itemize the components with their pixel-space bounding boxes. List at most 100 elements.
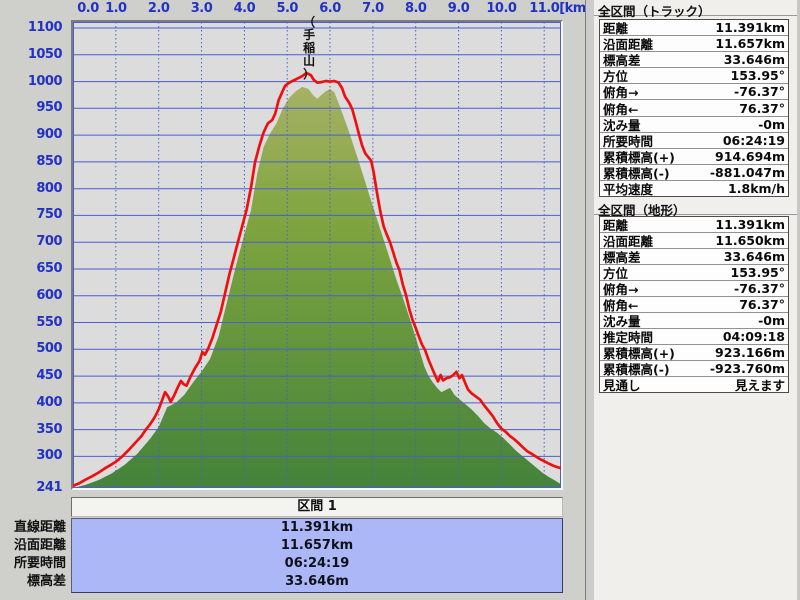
stat-value: 33.646m — [724, 249, 788, 264]
stat-panel-title: 全区間（トラック） — [594, 0, 797, 16]
stat-row: 標高差33.646m — [600, 52, 788, 68]
stat-row: 沿面距離11.657km — [600, 36, 788, 52]
stat-label: 平均速度 — [600, 181, 653, 196]
x-tick-label: 2.0 — [137, 1, 181, 16]
elevation-chart — [73, 22, 561, 488]
stat-value: -0m — [758, 313, 788, 328]
stat-row: 見通し 見えます — [600, 377, 788, 392]
stat-value: -881.047m — [710, 165, 788, 180]
stat-row: 所要時間 06:24:19 — [600, 133, 788, 149]
stat-label: 見通し — [600, 377, 641, 392]
stat-row: 標高差33.646m — [600, 249, 788, 265]
stat-row: 俯角← 76.37° — [600, 100, 788, 116]
x-tick-label: 6.0 — [308, 1, 352, 16]
stat-label: 俯角← — [600, 297, 638, 313]
statistics-pane: 全区間（トラック）距離11.391km沿面距離11.657km標高差33.646… — [594, 0, 800, 600]
stat-row: 俯角→ -76.37° — [600, 281, 788, 297]
stat-label: 累積標高(+) — [600, 149, 675, 165]
peak-annotation: （手稲山） — [302, 16, 317, 81]
stat-row: 累積標高(-) -881.047m — [600, 165, 788, 181]
x-tick-label: 4.0 — [222, 1, 266, 16]
section-value-row: 11.391km — [72, 519, 562, 537]
stat-row: 沈み量 -0m — [600, 313, 788, 329]
stat-row: 累積標高(+)923.166m — [600, 345, 788, 361]
stat-label: 推定時間 — [600, 329, 653, 345]
y-tick-label: 950 — [0, 100, 62, 115]
section-row-label: 所要時間 — [0, 555, 66, 573]
stat-label: 俯角← — [600, 100, 638, 116]
stat-label: 標高差 — [600, 52, 641, 68]
x-tick-label: 5.0 — [265, 1, 309, 16]
stat-label: 俯角→ — [600, 84, 638, 100]
stat-label: 方位 — [600, 265, 628, 281]
stat-value: 見えます — [735, 377, 788, 392]
stat-row: 平均速度 1.8km/h — [600, 181, 788, 196]
stat-label: 所要時間 — [600, 133, 653, 149]
stat-value: 153.95° — [731, 68, 789, 83]
stat-value: -0m — [758, 117, 788, 132]
stat-label: 沈み量 — [600, 117, 641, 133]
stat-row: 俯角←76.37° — [600, 297, 788, 313]
x-tick-label: 9.0 — [437, 1, 481, 16]
stat-value: 11.391km — [715, 217, 788, 232]
stat-label: 俯角→ — [600, 281, 638, 297]
section-row-label: 沿面距離 — [0, 537, 66, 555]
stat-row: 距離 11.391km — [600, 20, 788, 36]
y-tick-label: 500 — [0, 341, 62, 356]
y-tick-label: 241 — [0, 480, 62, 495]
stat-label: 沿面距離 — [600, 233, 653, 249]
stat-row: 方位 153.95° — [600, 68, 788, 84]
stat-row: 距離11.391km — [600, 217, 788, 233]
x-tick-label: 7.0 — [351, 1, 395, 16]
stat-value: 11.391km — [715, 20, 788, 35]
stat-value: 04:09:18 — [723, 329, 788, 344]
y-tick-label: 1100 — [0, 20, 62, 35]
section-row-label: 直線距離 — [0, 519, 66, 537]
y-tick-label: 600 — [0, 288, 62, 303]
section-row-label: 標高差 — [0, 573, 66, 591]
app-window: 0.01.02.03.04.05.06.07.08.09.010.011.0[k… — [0, 0, 800, 600]
stat-label: 距離 — [600, 20, 628, 36]
elevation-graph-pane: 0.01.02.03.04.05.06.07.08.09.010.011.0[k… — [0, 0, 585, 600]
y-tick-label: 900 — [0, 127, 62, 142]
y-tick-label: 550 — [0, 315, 62, 330]
stat-label: 累積標高(-) — [600, 165, 670, 181]
stat-value: 11.650km — [715, 233, 788, 248]
stat-row: 累積標高(+) 914.694m — [600, 149, 788, 165]
stat-row: 推定時間 04:09:18 — [600, 329, 788, 345]
stat-label: 累積標高(-) — [600, 361, 670, 377]
x-tick-label: 8.0 — [394, 1, 438, 16]
y-tick-label: 750 — [0, 207, 62, 222]
stat-table: 距離 11.391km沿面距離11.657km標高差33.646m方位 153.95… — [599, 19, 789, 197]
stat-label: 沿面距離 — [600, 36, 653, 52]
stat-value: 06:24:19 — [723, 133, 788, 148]
y-tick-label: 1050 — [0, 47, 62, 62]
x-tick-label: 10.0 — [479, 1, 523, 16]
stat-value: -76.37° — [734, 281, 788, 296]
stat-row: 沈み量 -0m — [600, 117, 788, 133]
stat-table: 距離11.391km沿面距離 11.650km標高差33.646m方位153.95… — [599, 216, 789, 393]
stat-value: 1.8km/h — [728, 181, 788, 196]
stat-row: 俯角→ -76.37° — [600, 84, 788, 100]
stat-value: -76.37° — [734, 84, 788, 99]
x-tick-label: 3.0 — [180, 1, 224, 16]
stat-row: 方位153.95° — [600, 265, 788, 281]
section-labels: 直線距離沿面距離所要時間標高差 — [0, 519, 66, 591]
plot-area[interactable] — [71, 20, 563, 490]
y-tick-label: 450 — [0, 368, 62, 383]
stat-row: 沿面距離 11.650km — [600, 233, 788, 249]
stat-value: 76.37° — [739, 101, 788, 116]
y-tick-label: 800 — [0, 181, 62, 196]
stat-value: 914.694m — [715, 149, 788, 164]
stat-label: 累積標高(+) — [600, 345, 675, 361]
y-tick-label: 300 — [0, 448, 62, 463]
x-tick-label: 1.0 — [94, 1, 138, 16]
stat-row: 累積標高(-)-923.760m — [600, 361, 788, 377]
stat-label: 方位 — [600, 68, 628, 84]
section-value-row: 33.646m — [72, 573, 562, 591]
y-tick-label: 650 — [0, 261, 62, 276]
section-value-row: 06:24:19 — [72, 555, 562, 573]
y-tick-label: 1000 — [0, 74, 62, 89]
stat-label: 沈み量 — [600, 313, 641, 329]
y-tick-label: 350 — [0, 422, 62, 437]
